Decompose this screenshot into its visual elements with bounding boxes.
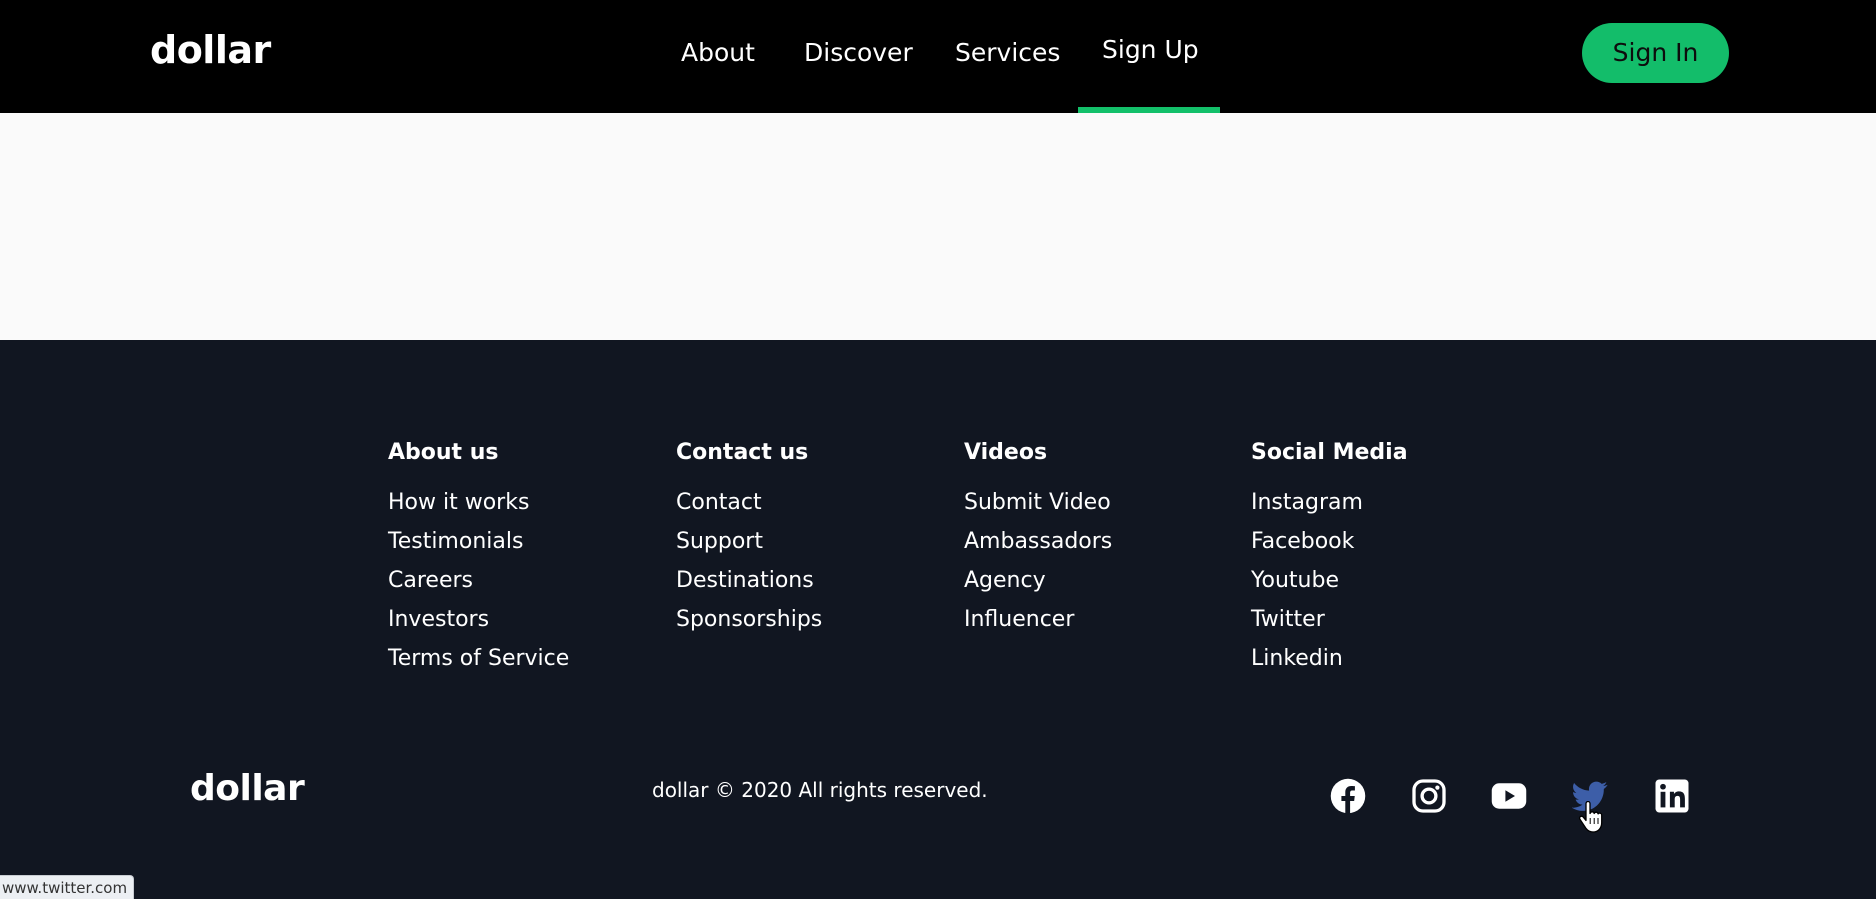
footer-link-investors[interactable]: Investors (388, 603, 648, 642)
footer-logo[interactable]: dollar (190, 768, 305, 809)
footer-column-contact-us: Contact us Contact Support Destinations … (676, 436, 936, 642)
top-navbar: dollar About Discover Services Sign Up S… (0, 0, 1876, 113)
footer-link-submit-video[interactable]: Submit Video (964, 486, 1224, 525)
main-content-area (0, 113, 1876, 340)
footer-link-destinations[interactable]: Destinations (676, 564, 936, 603)
nav-link-sign-up[interactable]: Sign Up (1102, 35, 1199, 64)
footer-link-influencer[interactable]: Influencer (964, 603, 1224, 642)
footer-link-agency[interactable]: Agency (964, 564, 1224, 603)
sign-in-button[interactable]: Sign In (1582, 23, 1729, 83)
facebook-icon[interactable] (1330, 778, 1366, 814)
footer-column-social-media: Social Media Instagram Facebook Youtube … (1251, 436, 1511, 681)
footer-link-twitter[interactable]: Twitter (1251, 603, 1511, 642)
footer-link-ambassadors[interactable]: Ambassadors (964, 525, 1224, 564)
linkedin-icon[interactable] (1654, 778, 1690, 814)
footer-link-youtube[interactable]: Youtube (1251, 564, 1511, 603)
footer-link-support[interactable]: Support (676, 525, 936, 564)
youtube-icon[interactable] (1491, 778, 1527, 814)
instagram-icon[interactable] (1411, 778, 1447, 814)
footer-column-about-us: About us How it works Testimonials Caree… (388, 436, 648, 681)
footer-heading: Social Media (1251, 440, 1408, 465)
nav-link-discover[interactable]: Discover (804, 38, 913, 67)
footer-heading: About us (388, 440, 499, 465)
footer-link-linkedin[interactable]: Linkedin (1251, 642, 1511, 681)
footer-link-testimonials[interactable]: Testimonials (388, 525, 648, 564)
hand-cursor-icon (1578, 801, 1603, 833)
footer-link-contact[interactable]: Contact (676, 486, 936, 525)
copyright-text: dollar © 2020 All rights reserved. (652, 778, 988, 802)
footer-link-how-it-works[interactable]: How it works (388, 486, 648, 525)
footer-heading: Contact us (676, 440, 809, 465)
footer-link-careers[interactable]: Careers (388, 564, 648, 603)
footer-column-videos: Videos Submit Video Ambassadors Agency I… (964, 436, 1224, 642)
footer-link-terms-of-service[interactable]: Terms of Service (388, 642, 648, 681)
nav-link-services[interactable]: Services (955, 38, 1060, 67)
footer-heading: Videos (964, 440, 1048, 465)
site-footer: About us How it works Testimonials Caree… (0, 340, 1876, 899)
nav-link-about[interactable]: About (681, 38, 755, 67)
footer-link-facebook[interactable]: Facebook (1251, 525, 1511, 564)
footer-link-instagram[interactable]: Instagram (1251, 486, 1511, 525)
footer-link-sponsorships[interactable]: Sponsorships (676, 603, 936, 642)
link-status-url: www.twitter.com (0, 875, 135, 899)
nav-logo[interactable]: dollar (150, 28, 271, 72)
